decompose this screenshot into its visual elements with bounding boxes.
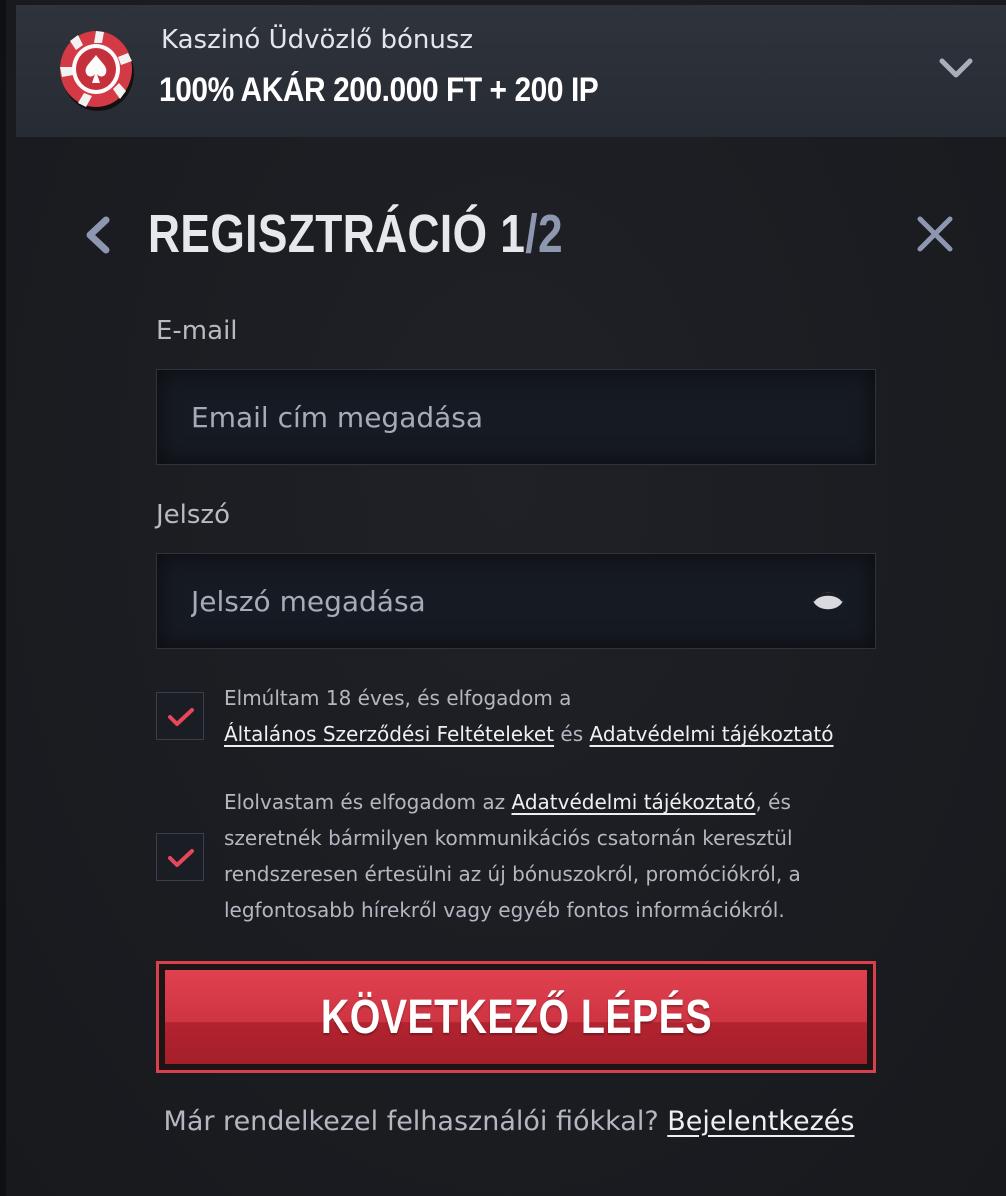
poker-chip-icon xyxy=(60,31,134,111)
marketing-line1: Elolvastam és elfogadom az Adatvédelmi t… xyxy=(224,784,801,820)
check-icon xyxy=(168,849,194,867)
marketing-line3: rendszeresen értesülni az új bónuszokról… xyxy=(224,862,801,886)
bonus-subtitle: Kaszinó Üdvözlő bónusz xyxy=(161,25,474,55)
registration-panel: Kaszinó Üdvözlő bónusz 100% AKÁR 200.000… xyxy=(0,0,1006,1196)
eye-icon[interactable] xyxy=(811,586,845,616)
back-arrow-icon[interactable] xyxy=(78,214,114,256)
login-question: Már rendelkezel felhasználói fiókkal? xyxy=(163,1106,668,1137)
bonus-title: 100% AKÁR 200.000 FT + 200 IP xyxy=(159,71,599,109)
terms-link[interactable]: Általános Szerződési Feltételeket xyxy=(224,722,554,746)
marketing-text: Elolvastam és elfogadom az Adatvédelmi t… xyxy=(224,784,801,928)
terms-and: és xyxy=(554,722,590,746)
title-text: REGISZTRÁCIÓ 1 xyxy=(148,204,526,264)
password-field-wrapper xyxy=(156,553,876,649)
next-step-button[interactable]: KÖVETKEZŐ LÉPÉS xyxy=(156,961,876,1073)
login-link[interactable]: Bejelentkezés xyxy=(667,1106,854,1137)
email-input[interactable] xyxy=(157,370,875,464)
terms-checkbox[interactable] xyxy=(156,692,204,740)
check-icon xyxy=(168,708,194,726)
privacy-link-terms[interactable]: Adatvédelmi tájékoztató xyxy=(590,722,834,746)
marketing-post: , és xyxy=(755,790,791,814)
marketing-checkbox[interactable] xyxy=(156,833,204,881)
terms-text: Elmúltam 18 éves, és elfogadom a Általán… xyxy=(224,680,834,752)
next-step-label: KÖVETKEZŐ LÉPÉS xyxy=(320,990,712,1044)
step-total: 2 xyxy=(537,204,564,264)
privacy-link-marketing[interactable]: Adatvédelmi tájékoztató xyxy=(512,790,756,814)
bonus-banner[interactable]: Kaszinó Üdvözlő bónusz 100% AKÁR 200.000… xyxy=(16,5,1006,137)
marketing-pre: Elolvastam és elfogadom az xyxy=(224,790,512,814)
password-label: Jelszó xyxy=(156,500,230,530)
close-icon[interactable] xyxy=(912,211,958,257)
marketing-line2: szeretnék bármilyen kommunikációs csator… xyxy=(224,826,793,850)
next-step-button-face: KÖVETKEZŐ LÉPÉS xyxy=(165,970,867,1064)
password-input[interactable] xyxy=(157,554,875,648)
chevron-down-icon[interactable] xyxy=(936,53,976,83)
terms-line2: Általános Szerződési Feltételeket és Ada… xyxy=(224,716,834,752)
marketing-line4: legfontosabb hírekről vagy egyéb fontos … xyxy=(224,898,785,922)
login-prompt: Már rendelkezel felhasználói fiókkal? Be… xyxy=(6,1106,1006,1137)
email-label: E-mail xyxy=(156,316,238,346)
terms-line1: Elmúltam 18 éves, és elfogadom a xyxy=(224,686,572,710)
title-separator: / xyxy=(525,204,538,264)
page-title: REGISZTRÁCIÓ 1/2 xyxy=(148,203,563,265)
email-field-wrapper xyxy=(156,369,876,465)
